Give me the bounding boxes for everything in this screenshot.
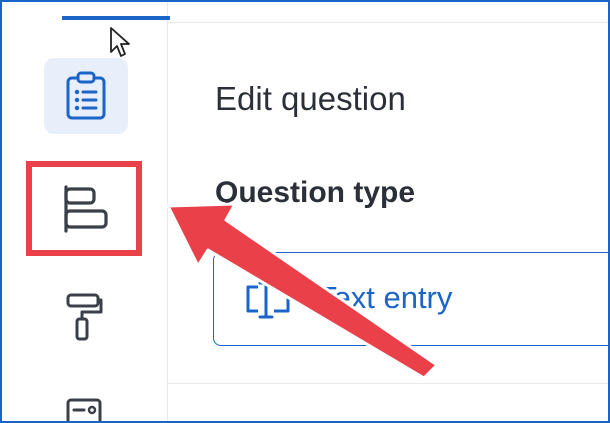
app-frame: Edit question Question type Text entry [0, 0, 610, 423]
clipboard-list-icon [66, 71, 106, 120]
id-card-icon [66, 398, 102, 421]
question-type-select[interactable]: Text entry [213, 252, 608, 346]
edit-question-panel: Edit question Question type Text entry [168, 2, 608, 421]
paint-roller-icon [66, 293, 103, 341]
sidebar-item-contacts[interactable] [54, 394, 114, 421]
question-type-value: Text entry [318, 280, 453, 315]
sidebar-item-look-and-feel[interactable] [52, 287, 116, 347]
sidebar-item-survey[interactable] [44, 58, 128, 134]
question-type-label: Question type [215, 176, 416, 209]
sidebar [2, 2, 170, 421]
active-tab-indicator [62, 16, 170, 20]
text-entry-icon [246, 281, 290, 319]
panel-title: Edit question [215, 80, 406, 117]
mouse-cursor-icon [110, 27, 130, 57]
highlight-box [26, 161, 142, 256]
section-divider [168, 383, 608, 384]
